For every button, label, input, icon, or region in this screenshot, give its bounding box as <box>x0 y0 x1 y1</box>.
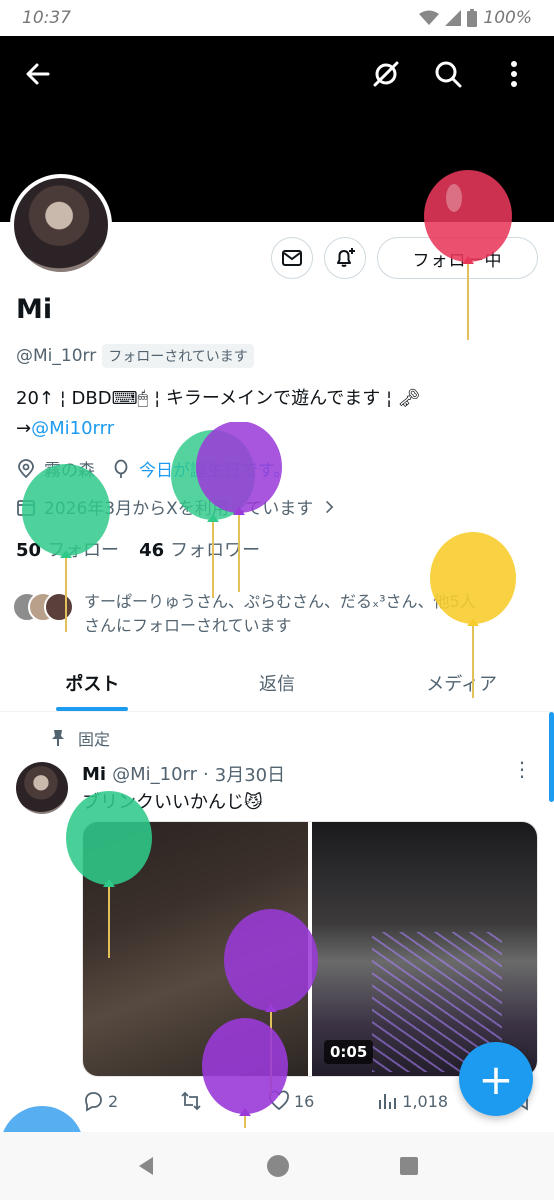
post-header: Mi @Mi_10rr · 3月30日 <box>82 761 285 787</box>
pin-icon <box>52 730 64 746</box>
reply-icon <box>85 1092 102 1112</box>
balloon-overlay <box>196 422 282 592</box>
nav-recents-icon[interactable] <box>399 1156 419 1176</box>
balloon-overlay <box>22 464 110 632</box>
battery-percent: 100% <box>483 8 532 28</box>
notifications-button[interactable] <box>324 237 366 279</box>
post-author-avatar[interactable] <box>16 762 68 814</box>
pinned-label: 固定 <box>78 730 111 749</box>
post-more-icon[interactable]: ⋮ <box>512 759 532 779</box>
followers-count: 46 <box>139 540 165 561</box>
profile-handle: @Mi_10rr <box>16 346 97 366</box>
follows-you-badge: フォローされています <box>102 344 254 368</box>
mail-icon <box>282 250 302 266</box>
bell-plus-icon <box>337 248 355 267</box>
tab-posts[interactable]: ポスト <box>0 654 185 711</box>
post-date: 3月30日 <box>214 765 286 786</box>
balloon-overlay <box>430 532 516 698</box>
reply-button[interactable]: 2 <box>82 1090 118 1112</box>
no-filter-icon[interactable] <box>370 58 402 90</box>
bio-arrow: → <box>16 418 32 439</box>
retweet-icon <box>181 1091 201 1111</box>
balloon-overlay <box>202 1018 288 1128</box>
tab-replies[interactable]: 返信 <box>185 654 370 711</box>
system-nav-bar <box>0 1132 554 1200</box>
bio-line-1: 20↑ ¦ DBD⌨🖱 ¦ キラーメインで遊んでます ¦ 🗝 <box>16 388 421 409</box>
wifi-icon <box>419 10 440 25</box>
handle-row: @Mi_10rr フォローされています <box>16 344 254 368</box>
post-author-name[interactable]: Mi <box>82 764 106 785</box>
views-count: 1,018 <box>402 1091 449 1111</box>
balloon-overlay <box>3 1106 81 1132</box>
video-duration: 0:05 <box>324 1040 374 1064</box>
signal-icon <box>445 10 462 26</box>
back-arrow-icon[interactable] <box>22 58 54 90</box>
balloon-icon <box>114 459 128 478</box>
views-button[interactable]: 1,018 <box>376 1090 448 1112</box>
bio-link[interactable]: @Mi10rrr <box>31 418 114 439</box>
status-time: 10:37 <box>22 8 71 28</box>
message-button[interactable] <box>271 237 313 279</box>
search-icon[interactable] <box>432 58 464 90</box>
reply-count: 2 <box>108 1091 119 1111</box>
nav-home-icon[interactable] <box>266 1154 290 1178</box>
profile-name: Mi <box>16 294 53 325</box>
scrollbar[interactable] <box>549 712 554 802</box>
pinned-label-row: 固定 <box>50 726 110 750</box>
battery-icon <box>467 9 478 27</box>
status-icons: 100% <box>419 8 532 28</box>
followed-by-text: すーぱーりゅうさん、ぷらむさん、だるₓ³さん、他5人 さんにフォローされています <box>84 590 476 638</box>
chevron-right-icon <box>326 500 334 513</box>
compose-plus-icon[interactable]: + <box>459 1042 533 1116</box>
profile-avatar[interactable] <box>10 174 112 276</box>
views-icon <box>379 1094 397 1109</box>
balloon-overlay <box>66 791 152 958</box>
nav-back-icon[interactable] <box>135 1155 157 1177</box>
post-separator: · <box>203 763 209 785</box>
balloon-overlay <box>424 170 512 340</box>
post-author-handle: @Mi_10rr <box>112 763 198 785</box>
more-icon[interactable] <box>498 58 530 90</box>
status-bar: 10:37 100% <box>0 0 554 36</box>
followed-by-line-2: さんにフォローされています <box>84 616 292 635</box>
media-video-right[interactable]: 0:05 <box>312 822 537 1076</box>
